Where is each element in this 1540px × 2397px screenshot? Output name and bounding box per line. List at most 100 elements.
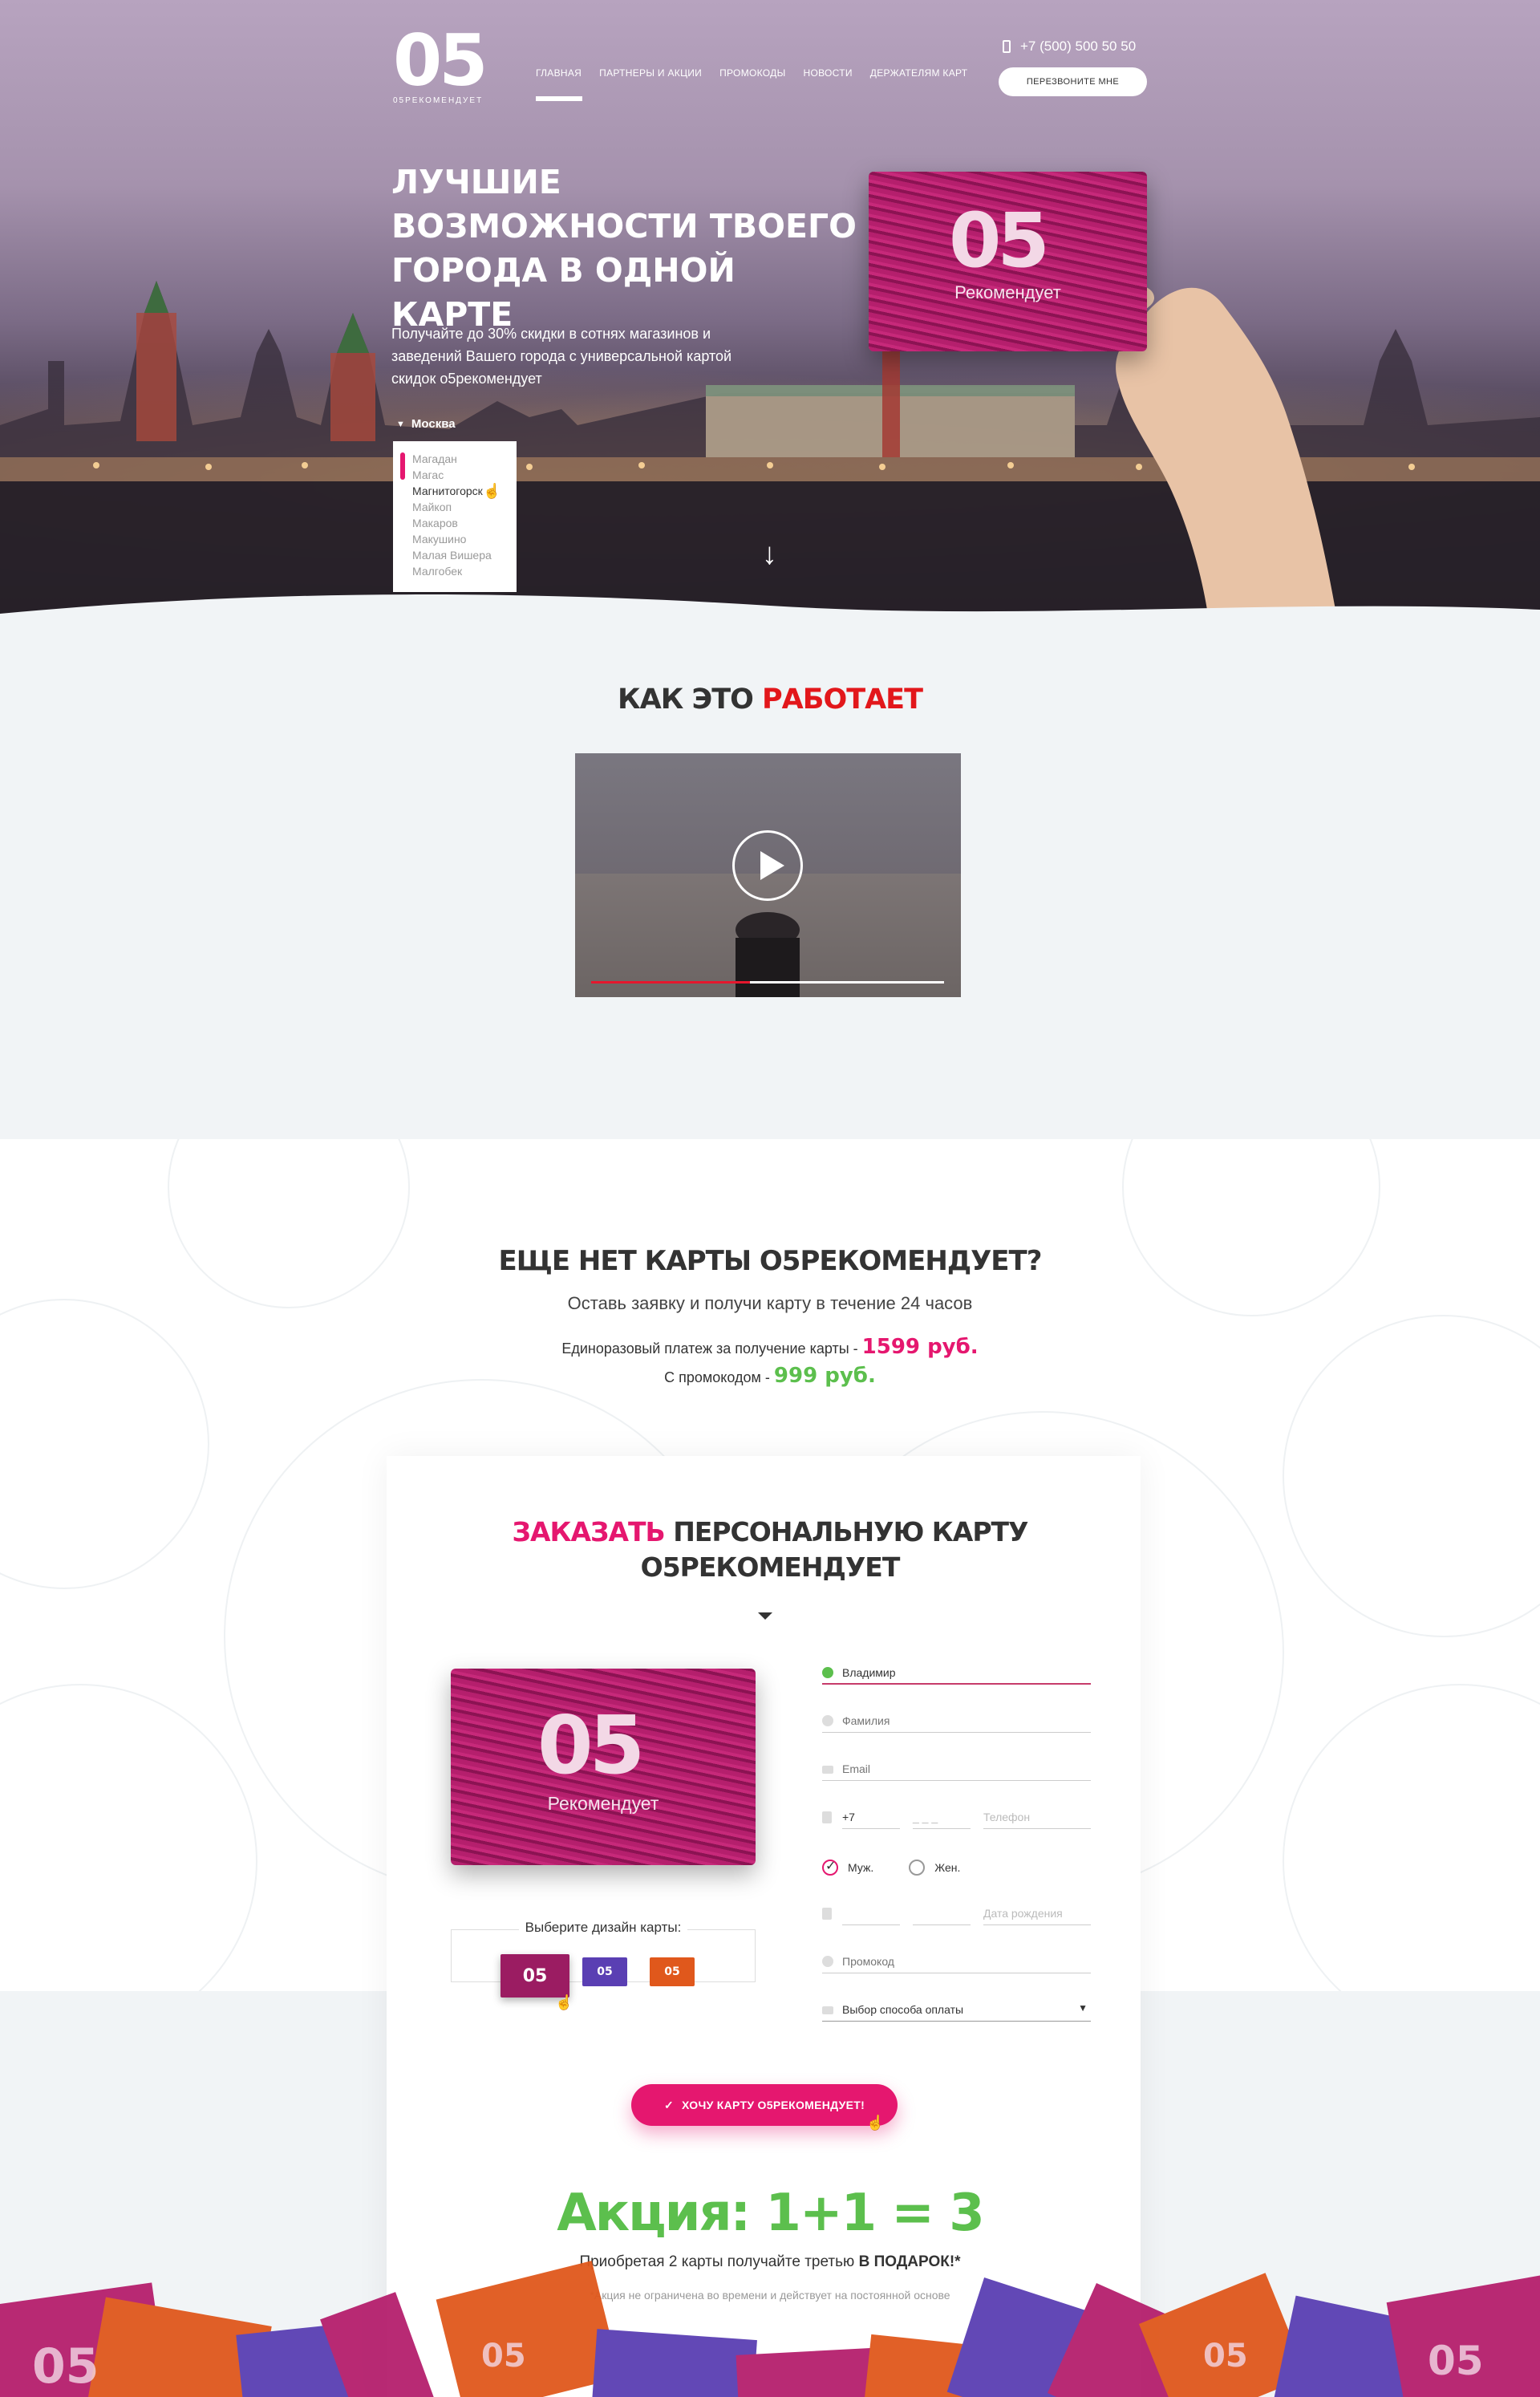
- gender-selector: Муж. Жен.: [822, 1858, 960, 1876]
- promo-price-value: 999 руб.: [773, 1364, 876, 1388]
- city-current: Москва: [411, 417, 456, 431]
- card-preview: 05 Рекомендует: [451, 1669, 756, 1865]
- nav-home[interactable]: ГЛАВНАЯ: [536, 67, 583, 101]
- email-input[interactable]: [842, 1762, 1091, 1775]
- birthday-year[interactable]: Дата рождения: [983, 1901, 1091, 1925]
- hand-cursor-icon: ☝: [483, 483, 501, 499]
- header-phone[interactable]: +7 (500) 500 50 50: [1003, 39, 1136, 55]
- phone-area-code[interactable]: _ _ _: [913, 1805, 971, 1829]
- order-subtitle: Оставь заявку и получи карту в течение 2…: [567, 1293, 973, 1313]
- city-option[interactable]: Малгобек: [412, 563, 517, 579]
- phone-number-input[interactable]: Телефон: [983, 1805, 1091, 1829]
- nav-promocodes[interactable]: ПРОМОКОДЫ: [719, 67, 785, 79]
- logo-mark: 05: [393, 19, 488, 102]
- tag-icon: [822, 1956, 833, 1967]
- payment-select-value: Выбор способа оплаты: [842, 2003, 964, 2016]
- price-label: Единоразовый платеж за получение карты -: [561, 1340, 858, 1357]
- callback-button[interactable]: ПЕРЕЗВОНИТЕ МНЕ: [999, 67, 1147, 96]
- scroll-down-arrow-icon[interactable]: ↓: [762, 539, 777, 570]
- promo-price-label: С промокодом -: [664, 1369, 770, 1385]
- how-title-part-a: КАК ЭТО: [618, 683, 754, 716]
- birthday-month[interactable]: [913, 1901, 971, 1925]
- user-icon: [822, 1715, 833, 1726]
- chevron-down-icon: ▼: [1078, 2002, 1088, 2014]
- how-it-works-title: КАК ЭТО РАБОТАЕТ: [0, 683, 1540, 716]
- gender-male-option[interactable]: Муж.: [822, 1858, 874, 1876]
- envelope-icon: [822, 1766, 833, 1774]
- first-name-field[interactable]: [822, 1661, 1091, 1685]
- chevron-down-icon: ▼: [396, 419, 405, 429]
- order-card-button-label: ХОЧУ КАРТУ О5РЕКОМЕНДУЕТ!: [681, 2099, 865, 2111]
- first-name-input[interactable]: [842, 1666, 1091, 1679]
- price-line: Единоразовый платеж за получение карты -…: [0, 1335, 1540, 1359]
- hero-bottom-wave: [0, 594, 1540, 618]
- panel-title-part-a: ЗАКАЗАТЬ: [512, 1516, 666, 1547]
- svg-text:05: 05: [1428, 2338, 1484, 2384]
- logo-wordmark: 05РЕКОМЕНДУЕТ: [393, 96, 484, 105]
- email-field[interactable]: [822, 1757, 1091, 1781]
- caret-down-icon: [758, 1612, 772, 1620]
- promocode-input[interactable]: [842, 1955, 1091, 1968]
- gender-female-option[interactable]: Жен.: [909, 1860, 960, 1876]
- last-name-input[interactable]: [842, 1714, 1091, 1727]
- city-option[interactable]: Макаров: [412, 515, 517, 531]
- order-card-button[interactable]: ✓ ХОЧУ КАРТУ О5РЕКОМЕНДУЕТ!: [631, 2084, 898, 2126]
- design-swatch-purple[interactable]: 05: [582, 1957, 627, 1986]
- gender-male-label: Муж.: [848, 1861, 874, 1874]
- svg-text:05: 05: [1203, 2338, 1248, 2375]
- phone-number: +7 (500) 500 50 50: [1020, 39, 1137, 54]
- radio-unchecked-icon: [909, 1860, 926, 1876]
- card-pile-decoration: 05 05 05 05: [0, 2261, 1540, 2397]
- play-icon[interactable]: [732, 830, 803, 901]
- city-option-hovered[interactable]: Магнитогорск: [412, 483, 517, 499]
- city-option[interactable]: Магадан: [412, 451, 517, 467]
- video-progress-bar[interactable]: [591, 981, 944, 984]
- credit-card-icon: [822, 2006, 833, 2014]
- gender-female-label: Жен.: [934, 1861, 961, 1874]
- card-caption: Рекомендует: [547, 1793, 659, 1814]
- how-title-part-b: РАБОТАЕТ: [762, 683, 923, 716]
- hand-cursor-icon: ☝: [555, 1994, 573, 2010]
- promo-price-line: С промокодом - 999 руб.: [0, 1364, 1540, 1388]
- city-option[interactable]: Макушино: [412, 531, 517, 547]
- phone-icon: [1003, 40, 1011, 53]
- design-swatch-pink[interactable]: 05: [500, 1954, 569, 1998]
- check-circle-icon: [822, 1667, 833, 1678]
- birthday-field-group: Дата рождения: [822, 1901, 1091, 1925]
- hero-subtitle: Получайте до 30% скидки в сотнях магазин…: [391, 326, 732, 387]
- birthday-day[interactable]: [842, 1901, 900, 1925]
- nav-cardholders[interactable]: ДЕРЖАТЕЛЯМ КАРТ: [870, 67, 968, 79]
- promocode-field[interactable]: [822, 1949, 1091, 1973]
- mobile-icon: [822, 1811, 832, 1823]
- video-progress-fill: [591, 981, 750, 984]
- price-value: 1599 руб.: [861, 1335, 979, 1359]
- site-logo[interactable]: 05 05РЕКОМЕНДУЕТ: [393, 19, 513, 109]
- phone-country-code[interactable]: +7: [842, 1805, 900, 1829]
- calendar-icon: [822, 1908, 832, 1920]
- city-dropdown: Магадан Магас Магнитогорск Майкоп Макаро…: [393, 441, 517, 592]
- city-option[interactable]: Магас: [412, 467, 517, 483]
- design-swatch-orange[interactable]: 05: [650, 1957, 695, 1986]
- dropdown-scrollbar[interactable]: [400, 452, 405, 480]
- svg-text:05: 05: [32, 2338, 99, 2395]
- hero-section: 05 05РЕКОМЕНДУЕТ ГЛАВНАЯ ПАРТНЕРЫ И АКЦИ…: [0, 0, 1540, 618]
- main-nav: ГЛАВНАЯ ПАРТНЕРЫ И АКЦИИ ПРОМОКОДЫ НОВОС…: [536, 67, 968, 101]
- panel-title-part-b: ПЕРСОНАЛЬНУЮ КАРТУ: [673, 1516, 1028, 1547]
- design-picker-label-text: Выберите дизайн карты:: [518, 1920, 688, 1935]
- phone-field-group: +7 _ _ _ Телефон: [822, 1805, 1091, 1829]
- city-selector[interactable]: ▼ Москва: [396, 417, 456, 431]
- explainer-video[interactable]: [575, 753, 961, 997]
- nav-news[interactable]: НОВОСТИ: [804, 67, 853, 79]
- last-name-field[interactable]: [822, 1709, 1091, 1733]
- nav-partners[interactable]: ПАРТНЕРЫ И АКЦИИ: [599, 67, 702, 79]
- city-option[interactable]: Малая Вишера: [412, 547, 517, 563]
- city-option[interactable]: Майкоп: [412, 499, 517, 515]
- card-logo: 05: [949, 197, 1050, 285]
- svg-text:05: 05: [481, 2338, 526, 2375]
- hand-cursor-icon: ☝: [866, 2115, 885, 2131]
- panel-title-part-c: О5РЕКОМЕНДУЕТ: [640, 1551, 901, 1583]
- payment-select[interactable]: Выбор способа оплаты ▼: [822, 1998, 1091, 2022]
- hero-discount-card: 05 Рекомендует: [869, 172, 1147, 351]
- card-caption: Рекомендует: [954, 282, 1061, 302]
- order-question-title: ЕЩЕ НЕТ КАРТЫ О5РЕКОМЕНДУЕТ?: [498, 1245, 1043, 1277]
